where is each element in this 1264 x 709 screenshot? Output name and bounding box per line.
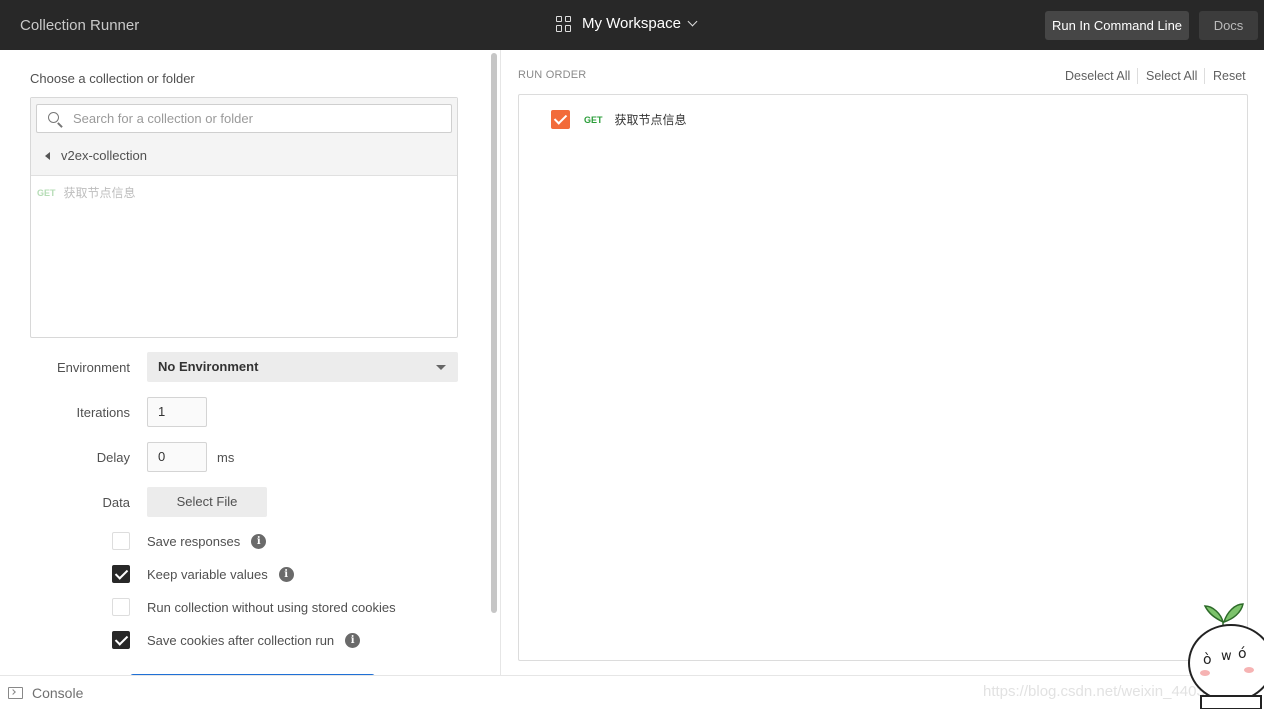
data-label: Data xyxy=(102,495,130,510)
save-responses-checkbox[interactable] xyxy=(112,532,130,550)
choose-collection-label: Choose a collection or folder xyxy=(30,71,195,86)
run-order-item[interactable]: GET 获取节点信息 xyxy=(551,110,687,129)
caret-left-icon xyxy=(45,151,50,160)
app-title: Collection Runner xyxy=(20,17,140,34)
run-without-cookies-checkbox[interactable] xyxy=(112,598,130,616)
save-cookies-label: Save cookies after collection run xyxy=(147,632,335,648)
run-order-label: RUN ORDER xyxy=(518,69,587,81)
docs-button[interactable]: Docs xyxy=(1199,11,1258,40)
keep-variable-values-label: Keep variable values xyxy=(147,566,268,582)
svg-text:ó: ó xyxy=(1238,646,1247,662)
status-bar: Console https://blog.csdn.net/weixin_440… xyxy=(0,675,1264,709)
run-order-item-checkbox[interactable] xyxy=(551,110,570,129)
console-label: Console xyxy=(32,685,84,701)
run-order-item-name: 获取节点信息 xyxy=(614,113,687,127)
save-responses-label: Save responses xyxy=(147,533,241,549)
left-pane-scrollbar[interactable] xyxy=(491,53,497,613)
collection-name: v2ex-collection xyxy=(61,148,147,163)
search-input[interactable] xyxy=(73,105,443,132)
environment-label: Environment xyxy=(57,360,130,375)
search-icon xyxy=(48,112,59,123)
left-pane: Choose a collection or folder v2ex-colle… xyxy=(0,50,490,675)
select-all-button[interactable]: Select All xyxy=(1146,69,1197,83)
caret-down-icon xyxy=(436,365,446,370)
collection-back-button[interactable]: v2ex-collection xyxy=(45,148,147,163)
environment-select[interactable]: No Environment xyxy=(147,352,458,382)
iterations-input[interactable]: 1 xyxy=(147,397,207,427)
workspace-label: My Workspace xyxy=(582,15,681,32)
search-box[interactable] xyxy=(36,104,452,133)
action-separator xyxy=(1204,68,1205,84)
option-save-responses[interactable]: Save responses i xyxy=(112,532,267,550)
option-run-without-cookies[interactable]: Run collection without using stored cook… xyxy=(112,598,396,616)
run-order-list: GET 获取节点信息 xyxy=(518,94,1248,661)
request-name: 获取节点信息 xyxy=(63,186,136,200)
select-file-button[interactable]: Select File xyxy=(147,487,267,517)
info-icon[interactable]: i xyxy=(345,632,361,648)
request-list-item[interactable]: GET 获取节点信息 xyxy=(37,184,136,201)
environment-value: No Environment xyxy=(158,359,259,374)
info-icon[interactable]: i xyxy=(278,566,294,582)
delay-label: Delay xyxy=(96,450,130,465)
workspace-switcher[interactable]: My Workspace xyxy=(556,15,698,32)
pane-divider xyxy=(500,50,501,675)
delay-input[interactable]: 0 xyxy=(147,442,207,472)
console-button[interactable]: Console xyxy=(8,685,83,701)
deselect-all-button[interactable]: Deselect All xyxy=(1065,69,1130,83)
keep-variable-values-checkbox[interactable] xyxy=(112,565,130,583)
run-order-item-method: GET xyxy=(584,114,603,125)
collection-picker: v2ex-collection GET 获取节点信息 xyxy=(30,97,458,338)
run-without-cookies-label: Run collection without using stored cook… xyxy=(147,599,396,615)
request-method: GET xyxy=(37,187,56,198)
run-in-command-line-button[interactable]: Run In Command Line xyxy=(1045,11,1189,40)
top-bar: Collection Runner My Workspace Run In Co… xyxy=(0,0,1264,50)
option-save-cookies[interactable]: Save cookies after collection run i xyxy=(112,631,361,649)
info-icon[interactable]: i xyxy=(251,533,267,549)
mascot-sticker: ò w ó xyxy=(1188,603,1264,709)
watermark: https://blog.csdn.net/weixin_44038 xyxy=(983,683,1214,700)
chevron-down-icon xyxy=(687,16,698,27)
save-cookies-checkbox[interactable] xyxy=(112,631,130,649)
option-keep-variable-values[interactable]: Keep variable values i xyxy=(112,565,294,583)
iterations-label: Iterations xyxy=(76,405,130,420)
action-separator xyxy=(1137,68,1138,84)
svg-text:ò: ò xyxy=(1203,652,1212,668)
delay-unit: ms xyxy=(217,450,235,465)
grid-icon xyxy=(556,15,572,32)
terminal-icon xyxy=(8,687,23,699)
svg-text:w: w xyxy=(1221,649,1232,664)
reset-button[interactable]: Reset xyxy=(1213,69,1246,83)
